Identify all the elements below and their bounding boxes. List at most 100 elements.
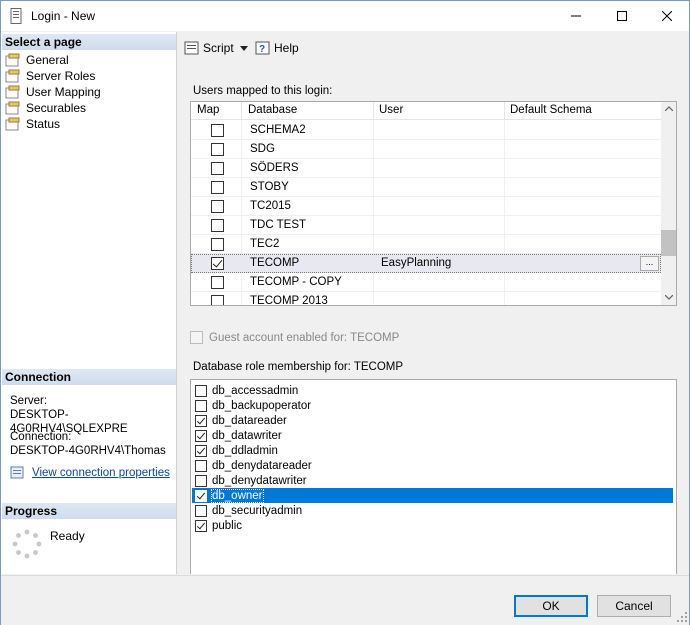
role-checkbox[interactable] (195, 444, 207, 457)
map-checkbox[interactable] (211, 257, 224, 270)
map-checkbox[interactable] (211, 238, 224, 251)
role-item[interactable]: public (192, 518, 673, 533)
page-securables[interactable]: Securables (5, 100, 101, 116)
maximize-button[interactable] (599, 1, 645, 31)
role-item[interactable]: db_denydatawriter (192, 473, 673, 488)
role-item[interactable]: db_backupoperator (192, 398, 673, 413)
role-item[interactable]: db_securityadmin (192, 503, 673, 518)
minimize-icon (571, 15, 581, 17)
database-cell: TDC TEST (250, 219, 307, 231)
role-item[interactable]: db_accessadmin (192, 383, 673, 398)
cancel-button[interactable]: Cancel (597, 595, 671, 617)
role-item[interactable]: db_ddladmin (192, 443, 673, 458)
map-checkbox[interactable] (211, 181, 224, 194)
role-checkbox[interactable] (195, 459, 207, 472)
table-row[interactable]: SÖDERS (191, 159, 661, 178)
scroll-up-icon[interactable] (665, 106, 673, 111)
login-new-dialog: Login - New Select a page General Server… (0, 0, 690, 625)
map-checkbox[interactable] (211, 162, 224, 175)
database-cell: STOBY (250, 181, 289, 193)
progress-spinner-icon (12, 529, 42, 559)
database-cell: TEC2 (250, 238, 280, 250)
help-button[interactable]: ? Help (255, 41, 299, 55)
title-bar[interactable]: Login - New (1, 1, 689, 31)
role-checkbox[interactable] (195, 414, 207, 427)
role-checkbox[interactable] (195, 474, 207, 487)
help-label: Help (274, 41, 299, 55)
table-row[interactable]: TECOMP - COPY (191, 273, 661, 292)
grid-vertical-scrollbar[interactable] (661, 102, 676, 305)
map-checkbox[interactable] (211, 276, 224, 289)
scrollbar-thumb[interactable] (661, 230, 676, 256)
close-button[interactable] (644, 1, 690, 31)
map-checkbox[interactable] (211, 219, 224, 232)
default-schema-browse-button[interactable]: ... (640, 256, 659, 271)
page-server-roles[interactable]: Server Roles (5, 68, 101, 84)
page-general[interactable]: General (5, 52, 101, 68)
role-checkbox[interactable] (195, 429, 207, 442)
database-cell: SDG (250, 143, 275, 155)
connection-value: DESKTOP-4G0RHV4\Thomas (10, 445, 166, 457)
map-checkbox[interactable] (211, 200, 224, 213)
column-header-default-schema[interactable]: Default Schema (510, 104, 592, 116)
table-row[interactable]: SDG (191, 140, 661, 159)
users-mapped-grid[interactable]: Map Database User Default Schema SCHEMA2… (190, 101, 677, 306)
svg-text:?: ? (259, 44, 265, 55)
close-icon (662, 11, 672, 21)
column-header-database[interactable]: Database (248, 104, 297, 116)
role-name: db_accessadmin (212, 384, 299, 397)
map-checkbox[interactable] (211, 295, 224, 305)
page-label: Server Roles (26, 69, 96, 83)
database-cell: TECOMP 2013 (250, 295, 328, 306)
role-item-selected[interactable]: db_owner (192, 488, 673, 503)
resize-grip-icon[interactable] (677, 612, 687, 622)
table-row[interactable]: TEC2 (191, 235, 661, 254)
view-connection-properties-link[interactable]: View connection properties (32, 466, 170, 480)
table-row[interactable]: STOBY (191, 178, 661, 197)
table-row[interactable]: TDC TEST (191, 216, 661, 235)
role-checkbox[interactable] (195, 519, 207, 532)
page-label: Securables (26, 101, 87, 115)
role-checkbox[interactable] (195, 384, 207, 397)
role-name: db_securityadmin (212, 504, 303, 517)
view-connection-properties[interactable]: View connection properties (10, 466, 170, 480)
connection-info: Connection: DESKTOP-4G0RHV4\Thomas (10, 430, 166, 458)
role-item[interactable]: db_denydatareader (192, 458, 673, 473)
script-icon (184, 41, 199, 55)
map-checkbox[interactable] (211, 143, 224, 156)
script-button[interactable]: Script (184, 41, 234, 55)
role-checkbox[interactable] (195, 399, 207, 412)
role-item[interactable]: db_datawriter (192, 428, 673, 443)
table-row[interactable]: TC2015 (191, 197, 661, 216)
column-header-map[interactable]: Map (197, 104, 219, 116)
progress-status: Ready (50, 529, 85, 543)
ok-button[interactable]: OK (514, 595, 588, 617)
wrench-page-icon (5, 101, 20, 115)
column-separator (504, 102, 505, 120)
guest-account-checkbox-row: Guest account enabled for: TECOMP (190, 331, 399, 344)
role-name: db_datareader (212, 414, 287, 427)
page-label: User Mapping (26, 85, 101, 99)
role-name: db_denydatawriter (212, 474, 307, 487)
user-cell[interactable]: EasyPlanning (381, 257, 451, 269)
role-item[interactable]: db_datareader (192, 413, 673, 428)
minimize-button[interactable] (553, 1, 599, 31)
map-checkbox[interactable] (211, 124, 224, 137)
database-cell: TECOMP (250, 257, 300, 269)
page-status[interactable]: Status (5, 116, 101, 132)
table-row[interactable]: SCHEMA2 (191, 121, 661, 140)
role-checkbox[interactable] (195, 489, 207, 502)
scroll-down-icon[interactable] (665, 295, 673, 300)
role-checkbox[interactable] (195, 504, 207, 517)
help-icon: ? (255, 41, 270, 55)
role-name: db_datawriter (212, 429, 282, 442)
table-row-selected[interactable]: TECOMP EasyPlanning ... (191, 254, 661, 273)
login-app-icon (10, 8, 22, 24)
page-user-mapping[interactable]: User Mapping (5, 84, 101, 100)
role-membership-list[interactable]: db_accessadmin db_backupoperator db_data… (190, 379, 677, 574)
script-dropdown-button[interactable] (240, 46, 248, 51)
database-cell: TECOMP - COPY (250, 276, 342, 288)
properties-icon (10, 466, 24, 479)
table-row[interactable]: TECOMP 2013 (191, 292, 661, 306)
column-header-user[interactable]: User (379, 104, 403, 116)
